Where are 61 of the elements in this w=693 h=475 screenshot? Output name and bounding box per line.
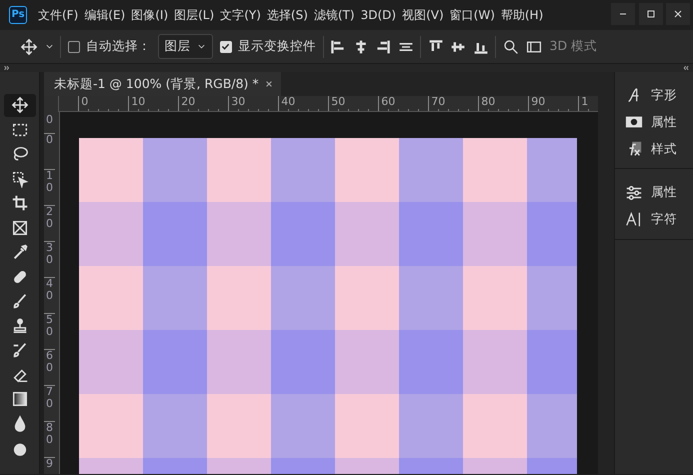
checkbox[interactable]: [68, 40, 80, 52]
frame-icon: [11, 218, 29, 237]
search-icon[interactable]: [502, 38, 518, 54]
menu-item[interactable]: 选择(S): [264, 6, 311, 24]
menu-item[interactable]: 3D(D): [358, 6, 400, 24]
caret-icon: [197, 42, 206, 51]
panel-item[interactable]: 字形: [615, 82, 687, 109]
gradient-icon: [11, 390, 29, 408]
ruler-label: 40: [44, 277, 55, 313]
menu-item[interactable]: 文件(F): [35, 6, 82, 24]
target-dropdown[interactable]: 图层: [158, 34, 213, 59]
panel-item[interactable]: 字符: [615, 206, 687, 233]
panel-icon[interactable]: [525, 38, 543, 54]
selection-cursor-icon: [11, 170, 29, 188]
panel-item[interactable]: 样式: [615, 136, 687, 162]
mode-3d-label: 3D 模式: [550, 37, 598, 56]
maximize-icon: [644, 8, 656, 20]
move-icon: [11, 96, 29, 114]
checkmark-icon: [221, 42, 230, 51]
ruler-label: 50: [44, 313, 55, 349]
panel-item[interactable]: 属性: [615, 179, 687, 206]
menu-item[interactable]: 图层(L): [171, 6, 218, 24]
eyedropper-icon: [11, 243, 29, 262]
tool-button[interactable]: [4, 94, 36, 116]
menu-item[interactable]: 文字(Y): [217, 6, 264, 24]
ruler-label: 60: [44, 349, 55, 385]
brush-icon: [11, 292, 29, 310]
menu-item[interactable]: 编辑(E): [81, 6, 128, 24]
move-icon[interactable]: [20, 38, 38, 56]
collapse-chevron-icon[interactable]: [682, 65, 690, 71]
text-cursor-icon: [625, 210, 643, 228]
menu-item[interactable]: 滤镜(T): [310, 6, 358, 24]
lasso-icon: [11, 145, 29, 164]
align-icon[interactable]: [375, 38, 391, 54]
panel-item[interactable]: 属性: [615, 108, 687, 136]
window-control-button[interactable]: [638, 3, 662, 26]
menu-item[interactable]: 视图(V): [399, 6, 447, 24]
ruler-label: 0: [44, 133, 55, 169]
document-tab[interactable]: 未标题-1 @ 100% (背景, RGB/8) *: [44, 72, 282, 96]
brush-icon: [11, 341, 29, 360]
close-icon[interactable]: [265, 80, 274, 88]
crop-icon: [11, 194, 29, 212]
stamp-icon: [11, 316, 29, 335]
ruler-label: 20: [44, 205, 55, 241]
ruler-label: 80: [44, 421, 55, 457]
ruler-label: 30: [44, 241, 55, 277]
ruler-label: 10: [44, 169, 55, 205]
caret-icon[interactable]: [44, 42, 54, 51]
ruler-label: 9: [44, 457, 55, 470]
expand-chevron-icon[interactable]: [3, 65, 12, 71]
ruler-label: 70: [44, 385, 55, 421]
sliders-icon: [625, 184, 643, 202]
app-logo: Ps: [9, 6, 27, 24]
ruler-label: 0: [45, 112, 54, 128]
menu-item[interactable]: 窗口(W): [446, 6, 498, 24]
align-icon[interactable]: [330, 38, 346, 54]
menu-item[interactable]: 图像(I): [128, 6, 172, 24]
menu-item[interactable]: 帮助(H): [498, 6, 546, 24]
window-control-button[interactable]: [666, 3, 690, 26]
checkbox-label: 自动选择：: [86, 37, 151, 56]
checkbox-label: 显示变换控件: [238, 37, 316, 56]
